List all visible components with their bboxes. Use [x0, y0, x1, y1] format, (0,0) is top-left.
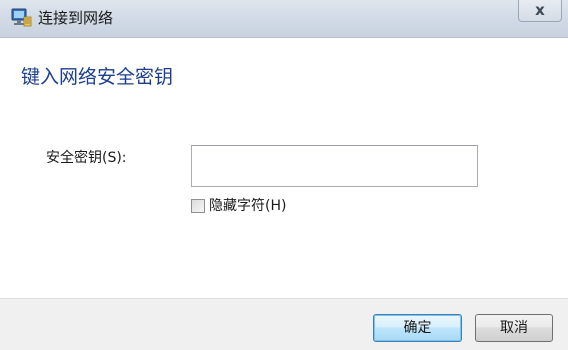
hide-characters-option[interactable]: 隐藏字符(H): [191, 197, 286, 215]
cancel-button[interactable]: 取消: [475, 314, 553, 342]
connect-to-network-dialog: 连接到网络 x 键入网络安全密钥 安全密钥(S): 隐藏字符(H) 确定 取消: [0, 0, 568, 350]
close-button[interactable]: x: [518, 0, 562, 22]
close-icon: x: [535, 1, 545, 19]
network-icon: [11, 8, 32, 27]
window-title: 连接到网络: [38, 9, 114, 27]
hide-characters-checkbox[interactable]: [191, 199, 205, 213]
dialog-footer: 确定 取消: [0, 298, 568, 350]
page-heading: 键入网络安全密钥: [21, 66, 174, 88]
security-key-label: 安全密钥(S):: [46, 150, 127, 166]
title-bar[interactable]: 连接到网络 x: [0, 0, 568, 38]
hide-characters-label[interactable]: 隐藏字符(H): [209, 197, 286, 215]
security-key-input[interactable]: [191, 145, 478, 187]
ok-button[interactable]: 确定: [373, 314, 462, 342]
